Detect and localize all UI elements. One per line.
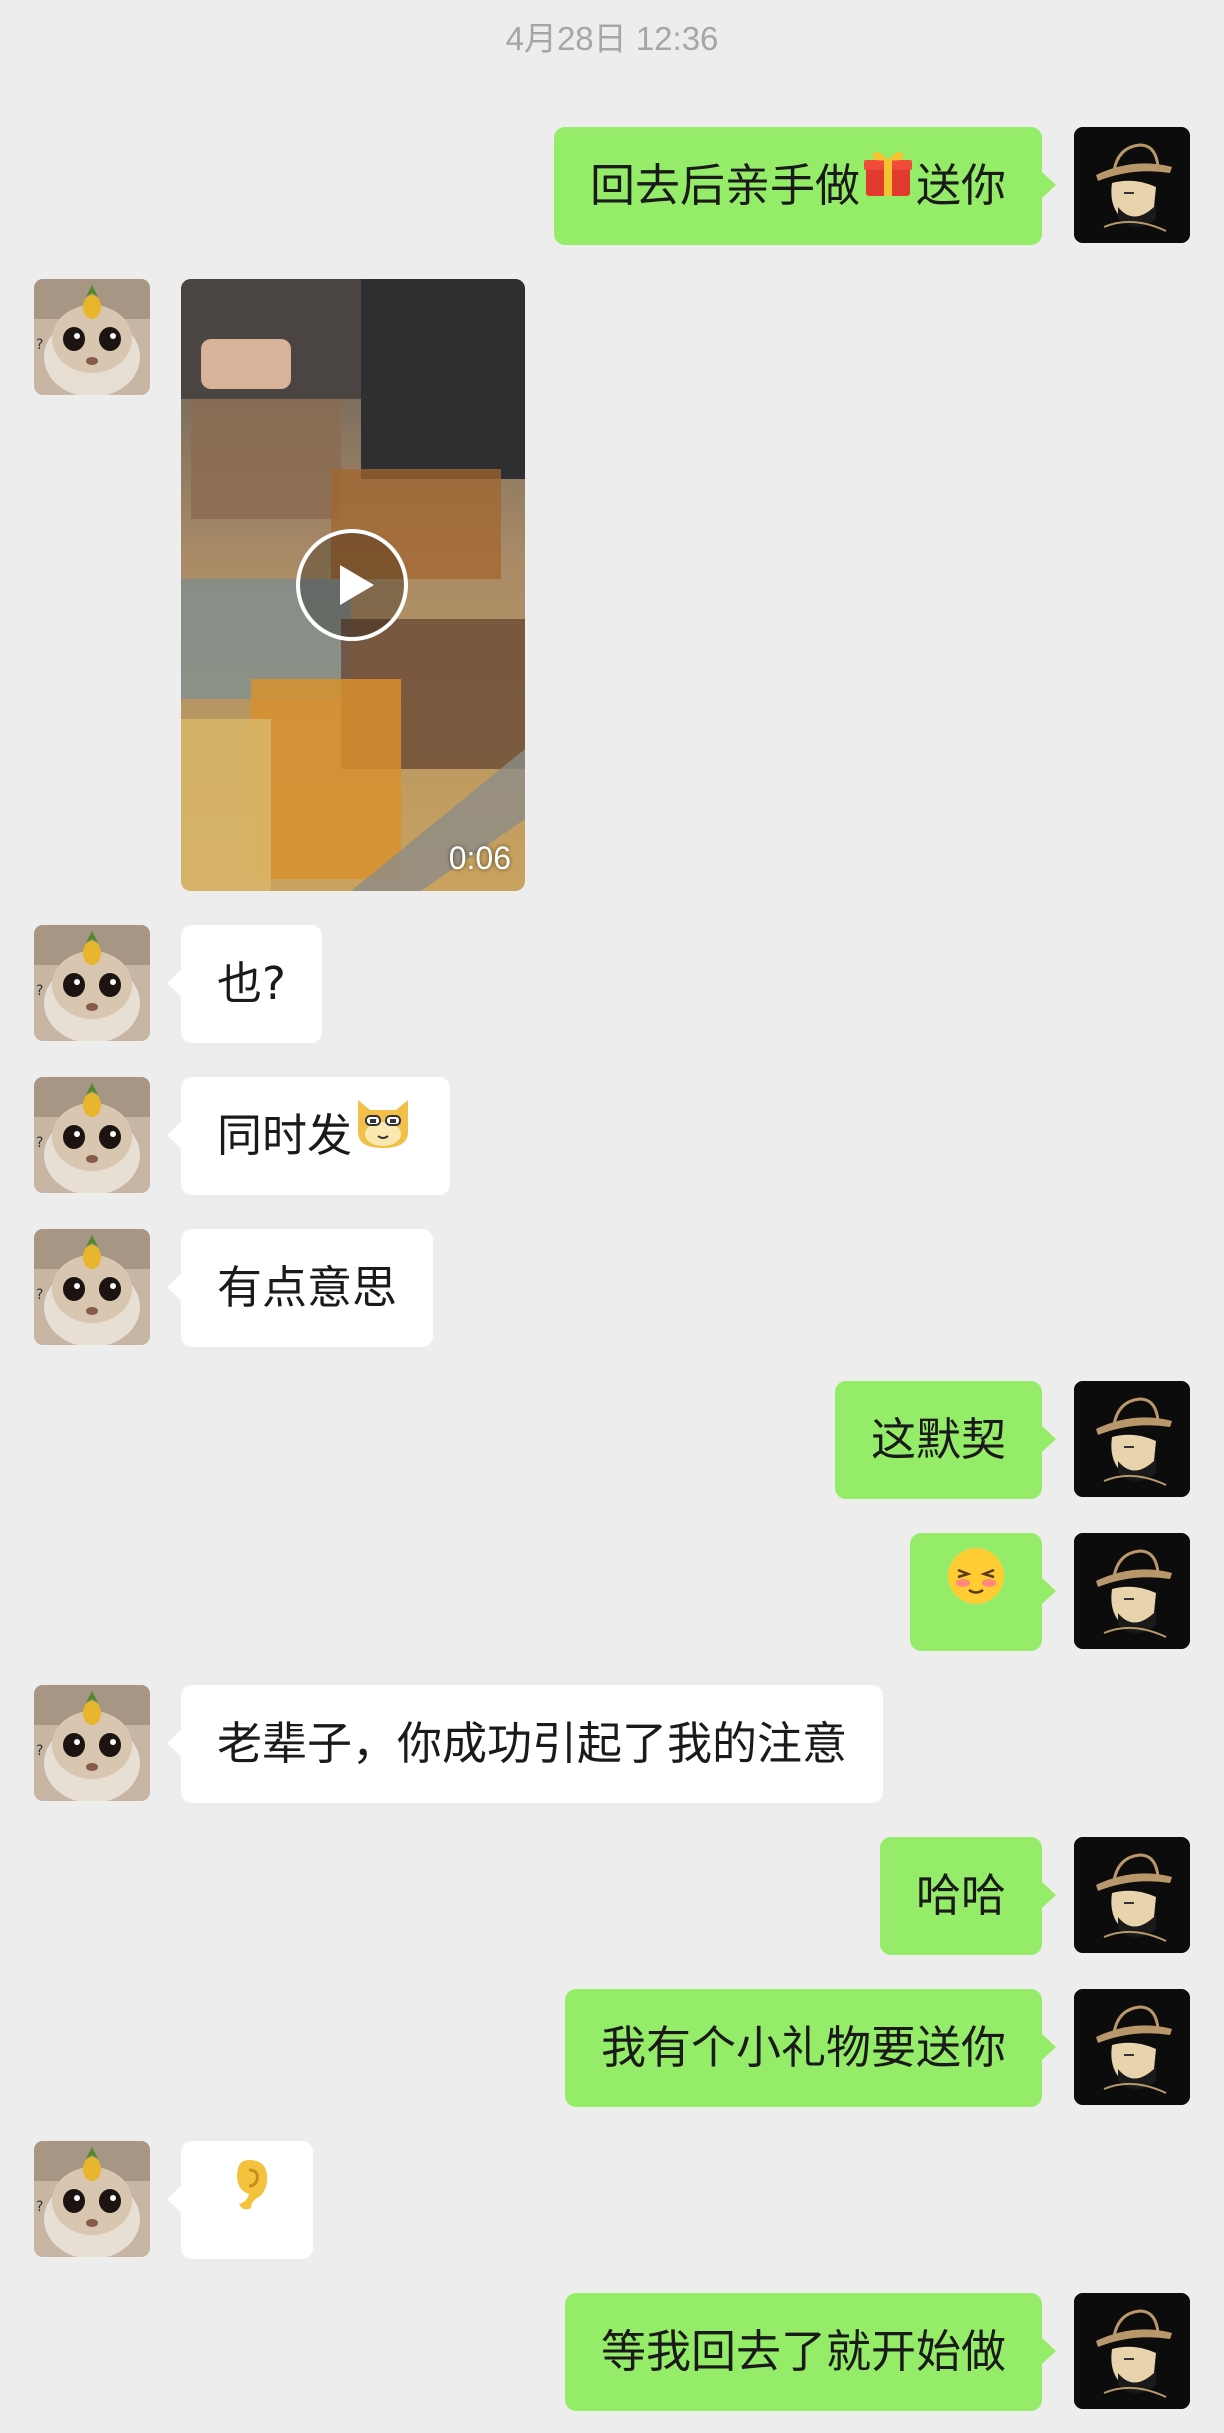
contact-avatar[interactable]	[34, 1685, 150, 1801]
message-text: 同时发	[217, 1109, 353, 1162]
message-text: 老辈子，你成功引起了我的注意	[217, 1717, 848, 1770]
message-bubble-sent[interactable]: 回去后亲手做 送你	[553, 126, 1057, 245]
message-text: 哈哈	[915, 1869, 1006, 1922]
message-bubble-sent[interactable]: 哈哈	[879, 1837, 1057, 1955]
message-bubble-sent[interactable]: 我有个小礼物要送你	[564, 1989, 1057, 2107]
my-avatar[interactable]	[1074, 1533, 1190, 1649]
my-avatar[interactable]	[1074, 1989, 1190, 2105]
my-avatar[interactable]	[1074, 2293, 1190, 2409]
contact-avatar[interactable]	[34, 1077, 150, 1193]
contact-avatar[interactable]	[34, 1229, 150, 1345]
message-bubble-received[interactable]: 老辈子，你成功引起了我的注意	[166, 1685, 884, 1803]
ear-emoji-icon	[217, 2140, 277, 2258]
video-message-thumbnail[interactable]: 0:06	[181, 279, 525, 891]
contact-avatar[interactable]	[34, 2141, 150, 2257]
message-bubble-sent[interactable]: 这默契	[834, 1381, 1057, 1499]
message-text: 回去后亲手做	[589, 159, 860, 212]
message-bubble-received[interactable]: 也?	[167, 925, 322, 1043]
message-bubble-sent[interactable]	[910, 1532, 1056, 1651]
cat-emoji-icon	[352, 1076, 414, 1194]
message-text-after: 送你	[915, 159, 1006, 212]
my-avatar[interactable]	[1074, 127, 1190, 243]
message-text: 等我回去了就开始做	[600, 2325, 1006, 2378]
timestamp: 4月28日 12:36	[505, 20, 719, 57]
my-avatar[interactable]	[1074, 1381, 1190, 1497]
message-bubble-received[interactable]: 同时发	[166, 1076, 451, 1195]
message-text: 我有个小礼物要送你	[600, 2021, 1006, 2074]
gift-emoji-icon	[860, 126, 916, 244]
my-avatar[interactable]	[1074, 1837, 1190, 1953]
message-text: 也?	[217, 957, 286, 1010]
contact-avatar[interactable]	[34, 279, 150, 395]
message-bubble-received[interactable]	[167, 2140, 313, 2259]
message-text: 这默契	[870, 1413, 1006, 1466]
video-duration: 0:06	[448, 840, 511, 876]
message-bubble-received[interactable]: 有点意思	[166, 1229, 434, 1347]
play-icon[interactable]	[296, 529, 408, 641]
message-text: 有点意思	[217, 1261, 398, 1314]
message-bubble-sent[interactable]: 等我回去了就开始做	[564, 2293, 1057, 2411]
contact-avatar[interactable]	[34, 925, 150, 1041]
blush-emoji-icon	[946, 1532, 1006, 1650]
